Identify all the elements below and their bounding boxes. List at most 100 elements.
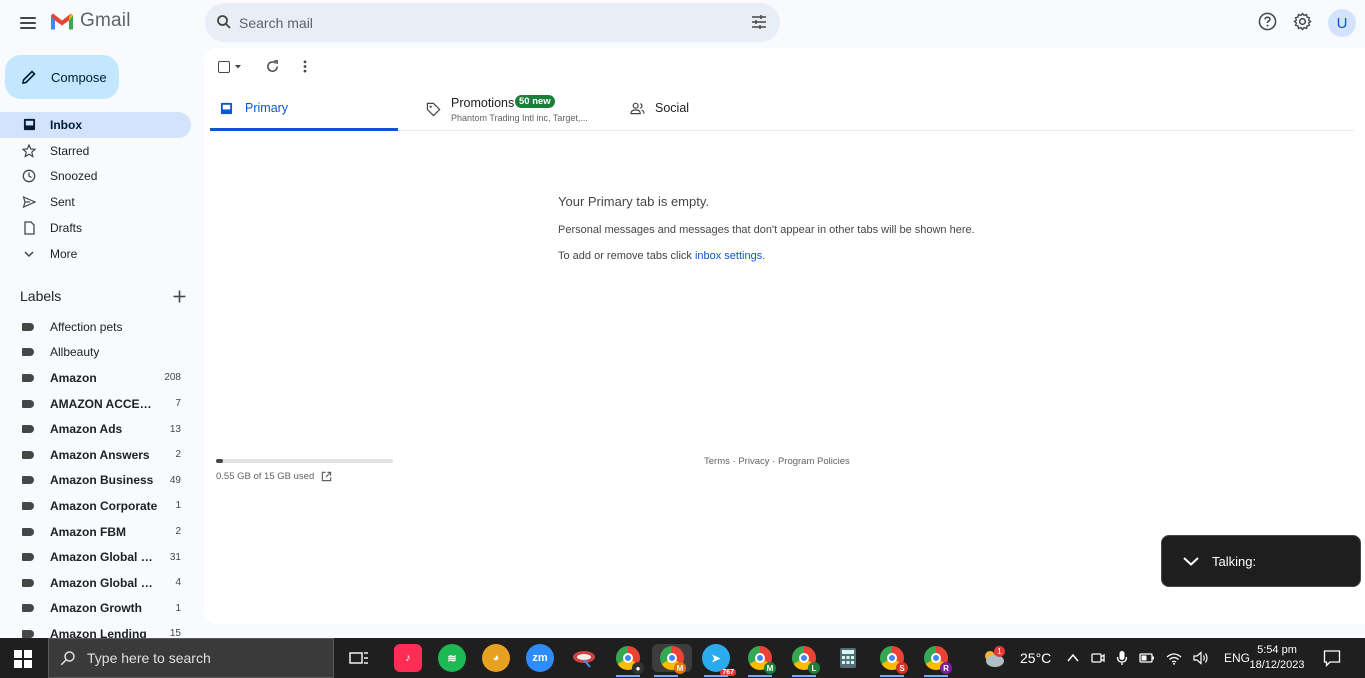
gmail-m-icon [51, 13, 73, 29]
label-count: 2 [175, 449, 181, 461]
tab-primary[interactable]: Primary [210, 90, 398, 131]
compose-label: Compose [51, 69, 107, 85]
nav-label: Sent [50, 195, 75, 210]
windows-start-button[interactable] [14, 650, 32, 668]
task-view-icon[interactable] [345, 644, 373, 672]
chrome-profile-s-icon[interactable]: S [878, 644, 908, 677]
empty-state: Your Primary tab is empty. Personal mess… [558, 194, 975, 262]
weather-widget[interactable]: 1 25°C [980, 638, 1051, 678]
search-icon[interactable] [215, 13, 233, 31]
chrome-profile-l-icon[interactable]: L [790, 644, 820, 677]
search-bar[interactable] [205, 3, 780, 42]
labels-list: Affection pets Allbeauty Amazon 208 AMAZO… [0, 314, 195, 640]
tab-social[interactable]: Social [620, 90, 800, 131]
game-app-icon[interactable]: ◕ [482, 644, 510, 672]
label-tag-icon [22, 578, 34, 587]
nav-item-more[interactable]: More [0, 241, 191, 267]
empty-state-description: Personal messages and messages that don'… [558, 224, 975, 236]
clock[interactable]: 5:54 pm 18/12/2023 [1246, 638, 1308, 678]
meet-now-icon[interactable] [1091, 651, 1105, 665]
label-tag-icon [22, 629, 34, 638]
label-item[interactable]: Amazon Ads 13 [0, 416, 191, 442]
add-label-icon[interactable] [173, 290, 186, 303]
label-name: Amazon Global Lo... [50, 550, 158, 565]
empty-state-heading: Your Primary tab is empty. [558, 194, 709, 209]
zoom-icon[interactable]: zm [526, 644, 554, 672]
chrome-profile-m-active-icon[interactable]: M [652, 644, 692, 677]
nav-item-inbox[interactable]: Inbox [0, 112, 191, 138]
label-tag-icon [22, 527, 34, 536]
tiktok-icon[interactable]: ♪ [394, 644, 422, 672]
send-icon [22, 195, 36, 209]
gmail-logo[interactable]: Gmail [50, 10, 131, 32]
pencil-icon [22, 70, 36, 84]
tab-promotions[interactable]: Promotions 50 new Phantom Trading Intl i… [416, 90, 606, 131]
help-icon[interactable] [1258, 12, 1277, 31]
hint-suffix: . [762, 250, 766, 262]
search-input[interactable] [239, 11, 719, 35]
battery-icon[interactable] [1139, 652, 1155, 664]
label-item[interactable]: Amazon Business 49 [0, 468, 191, 494]
microphone-icon[interactable] [1116, 650, 1128, 666]
label-name: Amazon Corporate [50, 498, 158, 513]
label-item[interactable]: Amazon FBM 2 [0, 519, 191, 545]
inbox-settings-link[interactable]: inbox settings [695, 250, 762, 262]
main-menu-button[interactable] [14, 10, 42, 36]
chrome-profile-1-icon[interactable]: ● [614, 644, 644, 677]
nav-item-snoozed[interactable]: Snoozed [0, 164, 191, 190]
inbox-icon [22, 118, 36, 132]
nav-item-drafts[interactable]: Drafts [0, 215, 191, 241]
taskbar-search[interactable]: Type here to search [48, 638, 334, 678]
paint-app-icon[interactable] [570, 644, 598, 672]
label-count: 31 [169, 551, 181, 563]
label-tag-icon [22, 553, 34, 562]
people-icon [630, 102, 645, 115]
tag-icon [426, 102, 441, 117]
more-options-icon[interactable] [303, 60, 307, 73]
telegram-icon[interactable]: ➤ 767 [702, 644, 736, 677]
label-item[interactable]: Amazon 208 [0, 365, 191, 391]
tab-label: Promotions [451, 96, 515, 110]
chevron-down-icon[interactable] [1182, 555, 1200, 567]
calculator-icon[interactable] [834, 644, 862, 672]
nav-item-sent[interactable]: Sent [0, 189, 191, 215]
label-name: Amazon Ads [50, 422, 123, 437]
nav-item-starred[interactable]: Starred [0, 138, 191, 164]
label-item[interactable]: Affection pets [0, 314, 191, 340]
telegram-badge: 767 [720, 669, 736, 676]
notification-center-icon[interactable] [1323, 649, 1341, 667]
label-item[interactable]: Amazon Corporate 1 [0, 493, 191, 519]
label-name: Amazon Growth [50, 601, 142, 616]
spotify-icon[interactable]: ≋ [438, 644, 466, 672]
account-avatar[interactable]: U [1328, 9, 1356, 37]
external-link-icon[interactable] [321, 471, 332, 482]
select-all-checkbox[interactable] [218, 60, 242, 73]
privacy-link[interactable]: Privacy [738, 456, 769, 467]
voice-talking-panel[interactable]: Talking: [1161, 535, 1361, 587]
volume-icon[interactable] [1193, 651, 1209, 665]
label-tag-icon [22, 399, 34, 408]
refresh-icon[interactable] [266, 60, 279, 73]
label-item[interactable]: Amazon Growth 1 [0, 596, 191, 622]
search-options-icon[interactable] [751, 14, 767, 30]
empty-state-hint: To add or remove tabs click inbox settin… [558, 250, 975, 262]
label-count: 7 [175, 398, 181, 410]
chevron-up-icon[interactable] [1066, 653, 1080, 663]
mail-toolbar [218, 60, 307, 73]
label-count: 1 [175, 500, 181, 512]
compose-button[interactable]: Compose [5, 55, 119, 99]
label-name: Amazon Answers [50, 447, 150, 462]
label-count: 4 [175, 577, 181, 589]
label-item[interactable]: Allbeauty [0, 340, 191, 366]
wifi-icon[interactable] [1166, 652, 1182, 665]
label-item[interactable]: AMAZON ACCELER... 7 [0, 391, 191, 417]
chrome-profile-r-icon[interactable]: R [922, 644, 952, 677]
label-item[interactable]: Amazon Answers 2 [0, 442, 191, 468]
settings-gear-icon[interactable] [1293, 12, 1312, 31]
terms-link[interactable]: Terms [704, 456, 730, 467]
chrome-profile-m-icon[interactable]: M [746, 644, 776, 677]
label-item[interactable]: Amazon Global Lo... 31 [0, 544, 191, 570]
label-count: 208 [164, 372, 181, 384]
program-policies-link[interactable]: Program Policies [778, 456, 850, 467]
label-item[interactable]: Amazon Global Sell... 4 [0, 570, 191, 596]
